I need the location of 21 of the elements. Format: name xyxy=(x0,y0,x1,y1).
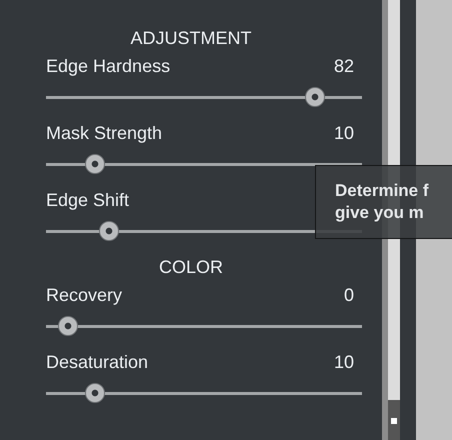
slider-thumb[interactable] xyxy=(84,383,105,403)
section-heading: ADJUSTMENT xyxy=(130,28,252,50)
slider-label: Recovery xyxy=(46,285,122,307)
slider-label: Edge Shift xyxy=(46,190,130,212)
slider-label: Desaturation xyxy=(46,352,148,374)
section-heading: COLOR xyxy=(158,257,224,279)
slider-value: 0 xyxy=(344,285,354,307)
slider-label: Edge Hardness xyxy=(46,56,170,78)
slider-thumb[interactable] xyxy=(99,221,120,241)
slider-thumb[interactable] xyxy=(58,316,78,336)
slider-value: 10 xyxy=(334,123,354,145)
slider-value: 82 xyxy=(334,56,354,78)
slider[interactable] xyxy=(46,316,362,336)
tooltip-text: Determine f xyxy=(335,180,429,202)
slider[interactable] xyxy=(46,383,362,403)
slider-value: 10 xyxy=(334,352,354,374)
tooltip-text: give you m xyxy=(335,202,424,224)
slider[interactable] xyxy=(46,87,362,107)
slider-label: Mask Strength xyxy=(46,123,162,145)
slider-thumb[interactable] xyxy=(304,87,325,107)
slider-thumb[interactable] xyxy=(84,154,105,174)
